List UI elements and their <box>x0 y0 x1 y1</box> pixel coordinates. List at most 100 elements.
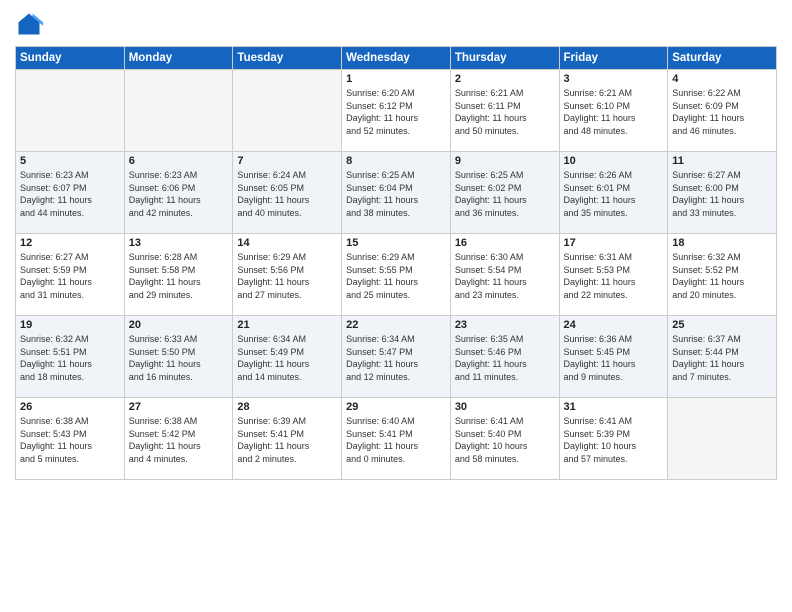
day-info: Sunrise: 6:25 AM Sunset: 6:04 PM Dayligh… <box>346 169 446 219</box>
day-info: Sunrise: 6:29 AM Sunset: 5:55 PM Dayligh… <box>346 251 446 301</box>
day-number: 2 <box>455 73 555 85</box>
day-cell: 17 Sunrise: 6:31 AM Sunset: 5:53 PM Dayli… <box>559 234 668 316</box>
day-cell: 29 Sunrise: 6:40 AM Sunset: 5:41 PM Dayli… <box>342 398 451 480</box>
day-number: 14 <box>237 237 337 249</box>
day-number: 28 <box>237 401 337 413</box>
day-info: Sunrise: 6:34 AM Sunset: 5:47 PM Dayligh… <box>346 333 446 383</box>
day-number: 10 <box>564 155 664 167</box>
day-number: 3 <box>564 73 664 85</box>
day-info: Sunrise: 6:32 AM Sunset: 5:52 PM Dayligh… <box>672 251 772 301</box>
day-number: 15 <box>346 237 446 249</box>
day-number: 19 <box>20 319 120 331</box>
day-cell: 10 Sunrise: 6:26 AM Sunset: 6:01 PM Dayli… <box>559 152 668 234</box>
day-number: 26 <box>20 401 120 413</box>
day-cell: 24 Sunrise: 6:36 AM Sunset: 5:45 PM Dayli… <box>559 316 668 398</box>
day-number: 31 <box>564 401 664 413</box>
day-cell: 28 Sunrise: 6:39 AM Sunset: 5:41 PM Dayli… <box>233 398 342 480</box>
day-info: Sunrise: 6:30 AM Sunset: 5:54 PM Dayligh… <box>455 251 555 301</box>
day-cell: 9Sunrise: 6:25 AM Sunset: 6:02 PM Daylig… <box>450 152 559 234</box>
day-cell: 15 Sunrise: 6:29 AM Sunset: 5:55 PM Dayli… <box>342 234 451 316</box>
day-number: 1 <box>346 73 446 85</box>
weekday-saturday: Saturday <box>668 47 777 70</box>
day-info: Sunrise: 6:31 AM Sunset: 5:53 PM Dayligh… <box>564 251 664 301</box>
day-cell <box>16 70 125 152</box>
day-info: Sunrise: 6:34 AM Sunset: 5:49 PM Dayligh… <box>237 333 337 383</box>
page: SundayMondayTuesdayWednesdayThursdayFrid… <box>0 0 792 612</box>
day-info: Sunrise: 6:41 AM Sunset: 5:39 PM Dayligh… <box>564 415 664 465</box>
day-cell: 7 Sunrise: 6:24 AM Sunset: 6:05 PM Daylig… <box>233 152 342 234</box>
day-number: 4 <box>672 73 772 85</box>
day-info: Sunrise: 6:37 AM Sunset: 5:44 PM Dayligh… <box>672 333 772 383</box>
day-info: Sunrise: 6:36 AM Sunset: 5:45 PM Dayligh… <box>564 333 664 383</box>
day-info: Sunrise: 6:33 AM Sunset: 5:50 PM Dayligh… <box>129 333 229 383</box>
day-cell: 14 Sunrise: 6:29 AM Sunset: 5:56 PM Dayli… <box>233 234 342 316</box>
day-info: Sunrise: 6:29 AM Sunset: 5:56 PM Dayligh… <box>237 251 337 301</box>
day-number: 30 <box>455 401 555 413</box>
day-cell: 4 Sunrise: 6:22 AM Sunset: 6:09 PM Daylig… <box>668 70 777 152</box>
week-row-5: 26 Sunrise: 6:38 AM Sunset: 5:43 PM Dayli… <box>16 398 777 480</box>
day-cell: 6Sunrise: 6:23 AM Sunset: 6:06 PM Daylig… <box>124 152 233 234</box>
day-info: Sunrise: 6:21 AM Sunset: 6:11 PM Dayligh… <box>455 87 555 137</box>
weekday-wednesday: Wednesday <box>342 47 451 70</box>
day-cell <box>124 70 233 152</box>
day-cell: 25 Sunrise: 6:37 AM Sunset: 5:44 PM Dayli… <box>668 316 777 398</box>
day-cell: 22Sunrise: 6:34 AM Sunset: 5:47 PM Dayli… <box>342 316 451 398</box>
day-number: 13 <box>129 237 229 249</box>
day-number: 6 <box>129 155 229 167</box>
logo-icon <box>15 10 43 38</box>
weekday-sunday: Sunday <box>16 47 125 70</box>
week-row-1: 1 Sunrise: 6:20 AM Sunset: 6:12 PM Daylig… <box>16 70 777 152</box>
day-cell: 8 Sunrise: 6:25 AM Sunset: 6:04 PM Daylig… <box>342 152 451 234</box>
day-number: 23 <box>455 319 555 331</box>
day-cell: 16Sunrise: 6:30 AM Sunset: 5:54 PM Dayli… <box>450 234 559 316</box>
week-row-4: 19 Sunrise: 6:32 AM Sunset: 5:51 PM Dayli… <box>16 316 777 398</box>
day-info: Sunrise: 6:38 AM Sunset: 5:43 PM Dayligh… <box>20 415 120 465</box>
day-number: 29 <box>346 401 446 413</box>
day-cell <box>668 398 777 480</box>
day-number: 25 <box>672 319 772 331</box>
day-cell: 31 Sunrise: 6:41 AM Sunset: 5:39 PM Dayli… <box>559 398 668 480</box>
day-info: Sunrise: 6:35 AM Sunset: 5:46 PM Dayligh… <box>455 333 555 383</box>
day-info: Sunrise: 6:21 AM Sunset: 6:10 PM Dayligh… <box>564 87 664 137</box>
day-cell: 2 Sunrise: 6:21 AM Sunset: 6:11 PM Daylig… <box>450 70 559 152</box>
day-info: Sunrise: 6:23 AM Sunset: 6:07 PM Dayligh… <box>20 169 120 219</box>
day-cell: 12Sunrise: 6:27 AM Sunset: 5:59 PM Dayli… <box>16 234 125 316</box>
day-cell: 13 Sunrise: 6:28 AM Sunset: 5:58 PM Dayli… <box>124 234 233 316</box>
day-info: Sunrise: 6:40 AM Sunset: 5:41 PM Dayligh… <box>346 415 446 465</box>
weekday-tuesday: Tuesday <box>233 47 342 70</box>
day-number: 17 <box>564 237 664 249</box>
weekday-monday: Monday <box>124 47 233 70</box>
day-info: Sunrise: 6:24 AM Sunset: 6:05 PM Dayligh… <box>237 169 337 219</box>
weekday-header-row: SundayMondayTuesdayWednesdayThursdayFrid… <box>16 47 777 70</box>
day-number: 5 <box>20 155 120 167</box>
day-number: 7 <box>237 155 337 167</box>
day-number: 8 <box>346 155 446 167</box>
day-number: 24 <box>564 319 664 331</box>
day-info: Sunrise: 6:22 AM Sunset: 6:09 PM Dayligh… <box>672 87 772 137</box>
logo <box>15 10 47 38</box>
day-number: 11 <box>672 155 772 167</box>
day-cell: 11 Sunrise: 6:27 AM Sunset: 6:00 PM Dayli… <box>668 152 777 234</box>
day-info: Sunrise: 6:27 AM Sunset: 6:00 PM Dayligh… <box>672 169 772 219</box>
weekday-thursday: Thursday <box>450 47 559 70</box>
day-info: Sunrise: 6:39 AM Sunset: 5:41 PM Dayligh… <box>237 415 337 465</box>
week-row-3: 12Sunrise: 6:27 AM Sunset: 5:59 PM Dayli… <box>16 234 777 316</box>
day-info: Sunrise: 6:26 AM Sunset: 6:01 PM Dayligh… <box>564 169 664 219</box>
day-info: Sunrise: 6:38 AM Sunset: 5:42 PM Dayligh… <box>129 415 229 465</box>
day-cell: 3 Sunrise: 6:21 AM Sunset: 6:10 PM Daylig… <box>559 70 668 152</box>
day-number: 9 <box>455 155 555 167</box>
day-info: Sunrise: 6:27 AM Sunset: 5:59 PM Dayligh… <box>20 251 120 301</box>
day-cell: 20Sunrise: 6:33 AM Sunset: 5:50 PM Dayli… <box>124 316 233 398</box>
day-cell: 21Sunrise: 6:34 AM Sunset: 5:49 PM Dayli… <box>233 316 342 398</box>
weekday-friday: Friday <box>559 47 668 70</box>
day-cell: 27 Sunrise: 6:38 AM Sunset: 5:42 PM Dayli… <box>124 398 233 480</box>
day-number: 27 <box>129 401 229 413</box>
day-cell: 23 Sunrise: 6:35 AM Sunset: 5:46 PM Dayli… <box>450 316 559 398</box>
calendar: SundayMondayTuesdayWednesdayThursdayFrid… <box>15 46 777 480</box>
header <box>15 10 777 38</box>
day-info: Sunrise: 6:32 AM Sunset: 5:51 PM Dayligh… <box>20 333 120 383</box>
day-info: Sunrise: 6:41 AM Sunset: 5:40 PM Dayligh… <box>455 415 555 465</box>
day-info: Sunrise: 6:28 AM Sunset: 5:58 PM Dayligh… <box>129 251 229 301</box>
day-info: Sunrise: 6:20 AM Sunset: 6:12 PM Dayligh… <box>346 87 446 137</box>
day-cell: 18Sunrise: 6:32 AM Sunset: 5:52 PM Dayli… <box>668 234 777 316</box>
